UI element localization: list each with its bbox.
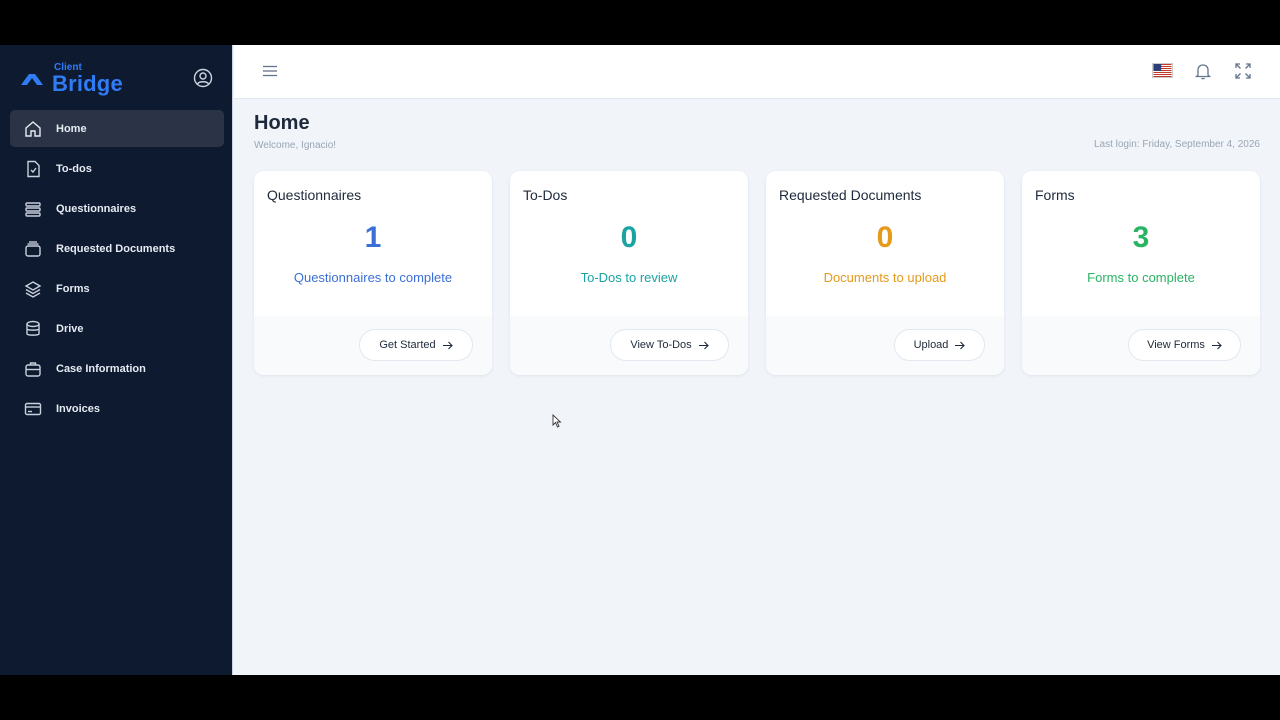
sidebar-item-label: Forms <box>56 282 90 295</box>
sidebar-item-label: Home <box>56 122 87 135</box>
sidebar-item-label: Case Information <box>56 362 146 375</box>
sidebar: Client Bridge Home To-dos Questionnaires… <box>0 45 233 675</box>
card-title: Questionnaires <box>267 187 362 203</box>
get-started-button[interactable]: Get Started <box>359 329 473 361</box>
sidebar-item-drive[interactable]: Drive <box>10 310 224 347</box>
file-check-icon <box>24 160 42 178</box>
card-subtitle: Questionnaires to complete <box>293 270 453 285</box>
main-content: Home Welcome, Ignacio! Last login: Frida… <box>234 100 1280 675</box>
card-footer: View Forms <box>1022 316 1260 375</box>
card-footer: Upload <box>766 316 1004 375</box>
archive-icon <box>24 240 42 258</box>
arrow-right-icon <box>698 341 709 349</box>
database-icon <box>24 320 42 338</box>
page-title: Home <box>254 112 310 134</box>
app-window: Client Bridge Home To-dos Questionnaires… <box>0 45 1280 675</box>
card-title: Forms <box>1035 187 1075 203</box>
card-subtitle: To-Dos to review <box>580 270 678 285</box>
sidebar-item-forms[interactable]: Forms <box>10 270 224 307</box>
sidebar-item-todos[interactable]: To-dos <box>10 150 224 187</box>
notification-bell-icon[interactable] <box>1194 62 1212 80</box>
card-subtitle: Documents to upload <box>823 270 947 285</box>
card-footer: View To-Dos <box>510 316 748 375</box>
credit-card-icon <box>24 400 42 418</box>
user-profile-icon[interactable] <box>193 68 213 88</box>
card-title: To-Dos <box>523 187 568 203</box>
brand-name: Bridge <box>52 71 123 96</box>
sidebar-item-label: Questionnaires <box>56 202 137 215</box>
menu-icon[interactable] <box>262 63 278 79</box>
us-flag-icon[interactable] <box>1152 63 1173 78</box>
list-icon <box>24 200 42 218</box>
todos-card: To-Dos 0 To-Dos to review View To-Dos <box>510 171 748 375</box>
sidebar-item-requested-documents[interactable]: Requested Documents <box>10 230 224 267</box>
requested-documents-card: Requested Documents 0 Documents to uploa… <box>766 171 1004 375</box>
briefcase-icon <box>24 360 42 378</box>
questionnaires-card: Questionnaires 1 Questionnaires to compl… <box>254 171 492 375</box>
button-label: View To-Dos <box>630 339 692 351</box>
card-count: 0 <box>876 221 894 254</box>
view-todos-button[interactable]: View To-Dos <box>610 329 729 361</box>
sidebar-item-home[interactable]: Home <box>10 110 224 147</box>
sidebar-item-invoices[interactable]: Invoices <box>10 390 224 427</box>
sidebar-item-label: To-dos <box>56 162 92 175</box>
summary-cards: Questionnaires 1 Questionnaires to compl… <box>254 171 1260 375</box>
card-count: 0 <box>620 221 638 254</box>
top-bar <box>234 45 1280 99</box>
card-count: 1 <box>364 221 382 254</box>
button-label: View Forms <box>1147 339 1205 351</box>
forms-card: Forms 3 Forms to complete View Forms <box>1022 171 1260 375</box>
sidebar-item-label: Requested Documents <box>56 242 176 255</box>
sidebar-item-questionnaires[interactable]: Questionnaires <box>10 190 224 227</box>
bridge-logo-icon <box>21 74 43 85</box>
card-footer: Get Started <box>254 316 492 375</box>
welcome-text: Welcome, Ignacio! <box>254 140 337 151</box>
arrow-right-icon <box>442 341 453 349</box>
button-label: Get Started <box>379 339 436 351</box>
arrow-right-icon <box>955 341 966 349</box>
view-forms-button[interactable]: View Forms <box>1128 329 1241 361</box>
layers-icon <box>24 280 42 298</box>
button-label: Upload <box>913 339 949 351</box>
home-icon <box>24 120 42 138</box>
sidebar-item-case-information[interactable]: Case Information <box>10 350 224 387</box>
card-count: 3 <box>1132 221 1150 254</box>
brand-logo[interactable]: Client Bridge <box>20 59 123 99</box>
upload-button[interactable]: Upload <box>894 329 985 361</box>
sidebar-item-label: Drive <box>56 322 84 335</box>
card-subtitle: Forms to complete <box>1087 270 1195 285</box>
mouse-cursor-icon <box>552 414 562 428</box>
card-title: Requested Documents <box>779 187 922 203</box>
sidebar-nav: Home To-dos Questionnaires Requested Doc… <box>10 110 224 430</box>
fullscreen-icon[interactable] <box>1234 62 1252 80</box>
arrow-right-icon <box>1211 341 1222 349</box>
last-login-text: Last login: Friday, September 4, 2026 <box>1093 139 1260 150</box>
sidebar-item-label: Invoices <box>56 402 101 415</box>
